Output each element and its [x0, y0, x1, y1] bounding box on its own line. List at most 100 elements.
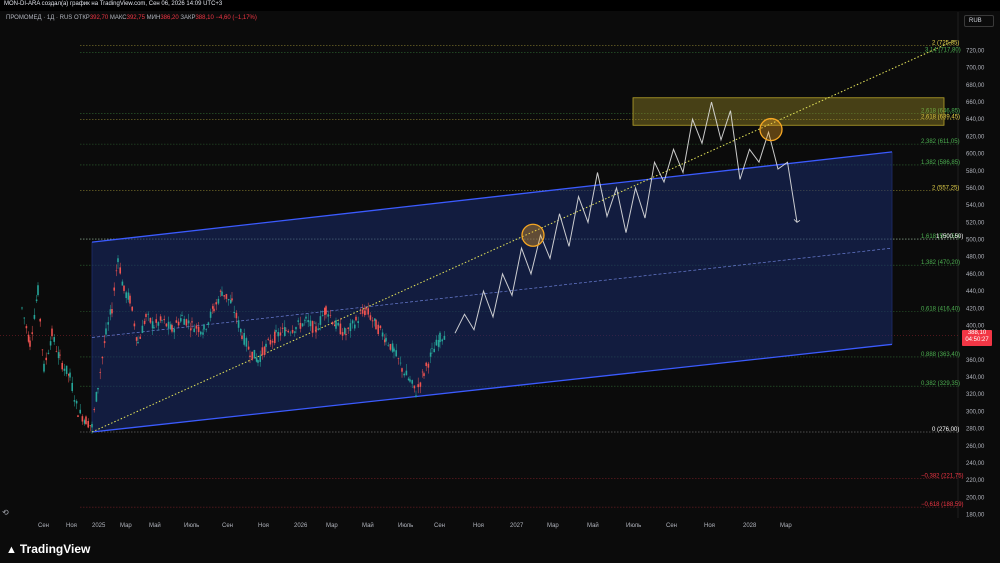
candle-body — [107, 322, 109, 325]
high-value: 392,75 — [126, 15, 145, 21]
y-tick-label: 220,00 — [966, 478, 985, 484]
candle-body — [267, 338, 269, 340]
tradingview-logo[interactable]: ▲ TradingView — [6, 542, 90, 556]
target-zone-rectangle[interactable] — [632, 97, 945, 126]
candle-body — [314, 322, 316, 324]
tradingview-mark-icon: ▲ — [6, 544, 17, 556]
candle-body — [429, 352, 432, 357]
x-tick-label: Сен — [38, 523, 49, 529]
candle-body — [367, 308, 369, 315]
candle-body — [39, 318, 41, 322]
y-tick-label: 360,00 — [966, 358, 985, 364]
candle-body — [63, 368, 66, 371]
fib-level-label: 0,618 (416,40) — [921, 306, 960, 312]
candle-body — [33, 314, 36, 319]
ohlc-legend: ПРОМОМЕД · 1Д · RUS ОТКР392,70 МАКС392,7… — [6, 15, 257, 21]
candle-body — [47, 352, 50, 354]
candle-body — [387, 344, 389, 346]
scale-settings-icon[interactable]: ⟲ — [2, 508, 9, 517]
candle-body — [379, 325, 382, 329]
candle-body — [69, 372, 71, 378]
candle-body — [91, 423, 93, 428]
candle-body — [439, 332, 441, 343]
candle-body — [413, 385, 416, 389]
candle-body — [355, 316, 357, 321]
candle-body — [200, 331, 202, 335]
candle-body — [289, 332, 292, 334]
candle-body — [185, 319, 188, 326]
y-tick-label: 340,00 — [966, 375, 985, 381]
candle-body — [277, 332, 279, 337]
candle-body — [237, 320, 240, 328]
candle-body — [203, 324, 205, 330]
candle-body — [337, 322, 339, 326]
candle-body — [349, 323, 352, 332]
candle-body — [187, 320, 190, 324]
y-tick-label: 660,00 — [966, 100, 985, 106]
candle-body — [335, 320, 337, 329]
candle-body — [180, 318, 182, 322]
x-tick-label: 2028 — [743, 523, 757, 529]
y-tick-label: 680,00 — [966, 83, 985, 89]
candle-body — [93, 409, 95, 411]
candle-body — [143, 320, 146, 325]
candle-body — [223, 295, 225, 297]
currency-button[interactable]: RUB — [964, 15, 994, 27]
candle-body — [435, 339, 438, 346]
candle-body — [23, 317, 25, 319]
candle-body — [437, 339, 440, 347]
candle-body — [354, 324, 356, 329]
candle-body — [139, 336, 141, 339]
candle-body — [190, 328, 192, 331]
candle-body — [347, 327, 349, 329]
candle-body — [411, 380, 413, 384]
y-tick-label: 500,00 — [966, 238, 985, 244]
candle-body — [153, 327, 155, 329]
candle-body — [417, 384, 419, 388]
symbol-label[interactable]: ПРОМОМЕД · 1Д · RUS — [6, 15, 72, 21]
candle-body — [285, 330, 287, 331]
candle-body — [235, 312, 238, 319]
candle-body — [271, 340, 274, 343]
candle-body — [57, 352, 60, 359]
candle-body — [85, 416, 87, 425]
candle-body — [443, 335, 446, 340]
brand-name: TradingView — [19, 542, 91, 556]
candle-body — [83, 420, 86, 424]
candle-body — [284, 327, 286, 336]
fib-level-label: 2 (557,25) — [932, 185, 959, 191]
open-label: ОТКР — [73, 15, 90, 21]
candle-body — [311, 321, 314, 333]
candle-body — [161, 320, 163, 321]
candle-body — [227, 299, 230, 301]
candle-body — [147, 313, 149, 315]
candle-body — [419, 382, 422, 387]
ascending-channel[interactable] — [92, 151, 892, 433]
y-tick-label: 520,00 — [966, 220, 985, 226]
candle-body — [27, 334, 30, 342]
x-tick-label: Мар — [120, 523, 132, 529]
x-tick-label: Ноя — [473, 523, 484, 529]
candle-body — [79, 409, 81, 414]
y-tick-label: 300,00 — [966, 409, 985, 415]
last-price-value: 388,10 — [967, 330, 987, 336]
candle-body — [299, 322, 302, 329]
candle-body — [403, 373, 405, 376]
open-value: 392,70 — [89, 15, 109, 21]
candle-body — [331, 322, 334, 325]
candle-body — [369, 315, 372, 320]
candle-body — [295, 327, 297, 330]
candle-body — [371, 320, 374, 322]
candle-body — [345, 333, 347, 336]
candle-body — [425, 362, 427, 366]
price-chart[interactable]: 3,14 (717,80)2 (725,85)2,618 (646,85)2,6… — [0, 0, 1000, 563]
high-label: МАКС — [109, 15, 127, 21]
candle-body — [217, 298, 220, 304]
candle-body — [297, 320, 299, 322]
candle-body — [421, 371, 424, 373]
y-tick-label: 420,00 — [966, 306, 985, 312]
candle-body — [45, 357, 47, 361]
candle-body — [233, 311, 235, 313]
x-tick-label: Сен — [666, 523, 677, 529]
candle-body — [309, 320, 312, 327]
